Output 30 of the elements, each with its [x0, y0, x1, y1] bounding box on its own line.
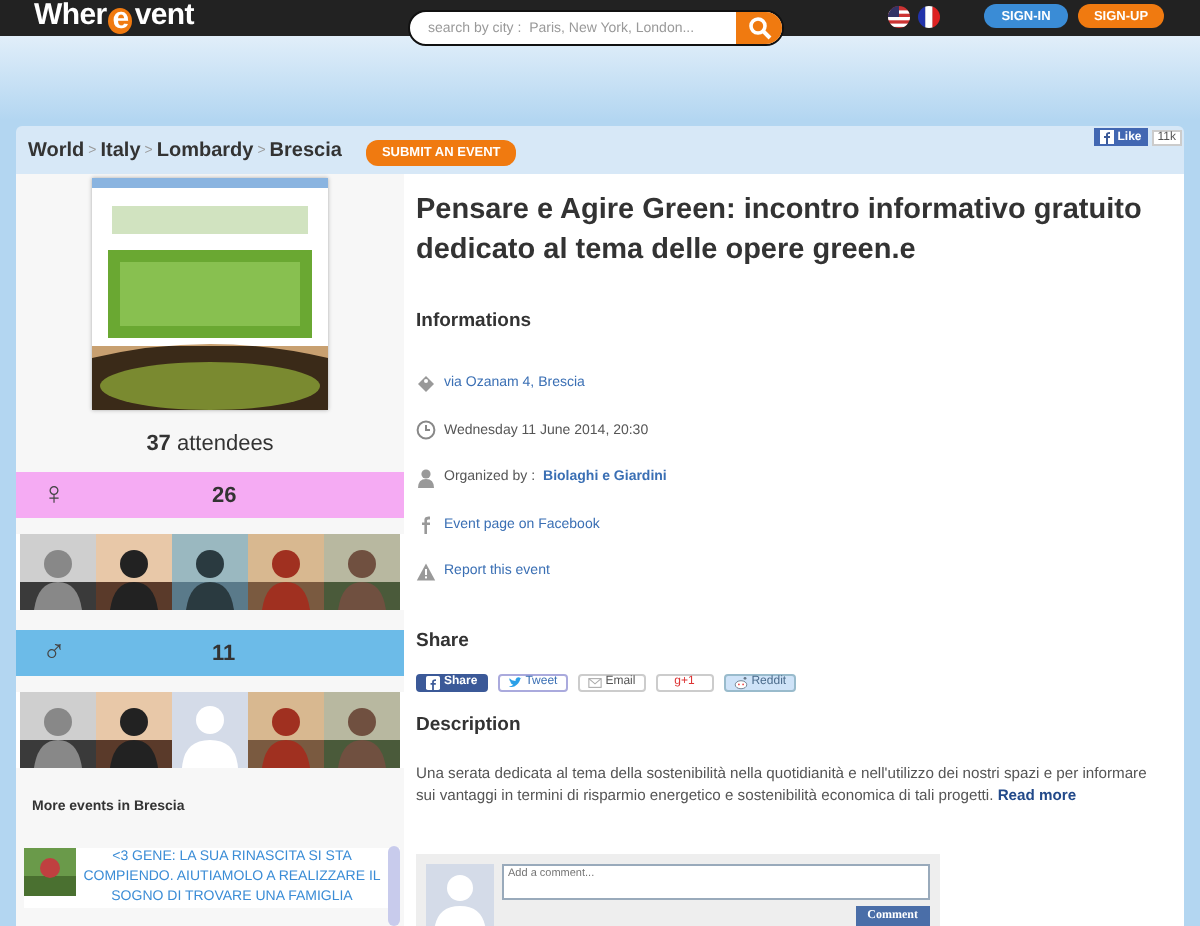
avatar-silhouette-icon: [426, 863, 494, 926]
section-heading: Informations: [416, 310, 534, 332]
tag-icon: [416, 373, 436, 394]
section-heading: Share: [416, 629, 471, 651]
facebook-icon: [1099, 130, 1114, 144]
facebook-icon: [426, 675, 440, 689]
breadcrumb-link[interactable]: Lombardy: [156, 139, 254, 161]
breadcrumb-link[interactable]: World: [28, 139, 85, 161]
search-button[interactable]: [736, 12, 782, 44]
attendee-count: 26: [212, 483, 237, 507]
logo[interactable]: Wher e vent: [34, 0, 194, 32]
us-flag-icon[interactable]: [888, 6, 910, 28]
breadcrumb-link[interactable]: Brescia: [269, 139, 342, 161]
envelope-icon: [587, 675, 602, 689]
bird-icon: [507, 675, 522, 689]
scrollbar[interactable]: [388, 846, 400, 926]
person-icon: [416, 467, 436, 488]
search-icon: [747, 16, 771, 40]
section-heading: Description: [416, 713, 523, 735]
warning-icon: [416, 561, 436, 582]
male-symbol: ♂: [40, 635, 68, 671]
alien-icon: [733, 675, 748, 689]
facebook-icon: [416, 514, 436, 535]
attendees-count: 37 attendees: [144, 432, 276, 456]
attendee-count: 11: [212, 641, 236, 665]
event-title: Pensare e Agire Green: incontro informativo gratuito dedicato al tema delle opere green.e: [416, 192, 1144, 270]
france-flag-icon[interactable]: [918, 6, 940, 28]
clock-icon: [416, 420, 436, 441]
breadcrumb-link[interactable]: Italy: [100, 139, 141, 161]
female-symbol: ♀: [40, 477, 68, 513]
